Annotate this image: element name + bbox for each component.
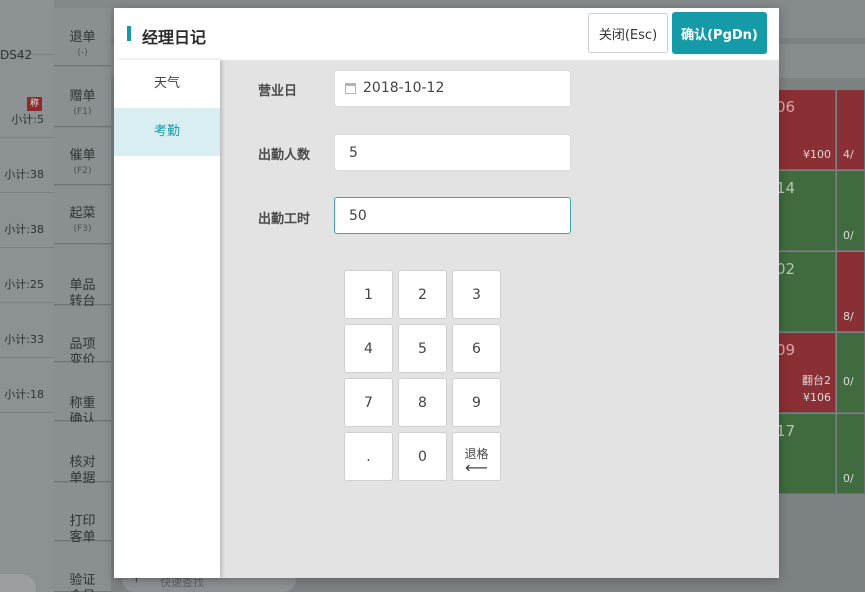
title-accent-bar bbox=[127, 26, 131, 41]
table-guests: 0/ bbox=[843, 229, 854, 242]
action-label: 赠单 bbox=[69, 89, 96, 104]
attendance-form: 营业日 2018-10-12 出勤人数 出勤工时 1 2 3 4 5 6 7 8… bbox=[220, 60, 779, 578]
confirm-button[interactable]: 确认(PgDn) bbox=[672, 12, 767, 54]
keypad-key-4[interactable]: 4 bbox=[344, 324, 393, 373]
order-subtotal: 小计:5 bbox=[11, 113, 44, 126]
action-print-bill-button[interactable]: 打印 客单 (F9) bbox=[54, 483, 111, 577]
keypad-key-3[interactable]: 3 bbox=[452, 270, 501, 319]
order-list-panel: DS42 小计:5 称 小计:38 小计:38 小计:25 小计:33 小计:1… bbox=[0, 0, 54, 592]
action-gift-button[interactable]: 赠单 (F1) bbox=[54, 67, 111, 127]
table-guests: 0/ bbox=[843, 472, 854, 485]
attendance-hours-input[interactable] bbox=[334, 197, 571, 234]
keypad-key-6[interactable]: 6 bbox=[452, 324, 501, 373]
business-day-value: 2018-10-12 bbox=[363, 80, 445, 96]
action-label: 退单 bbox=[69, 30, 96, 45]
order-subtotal: 小计:38 bbox=[4, 168, 44, 181]
manager-diary-dialog: 经理日记 关闭(Esc) 确认(PgDn) 天气 考勤 营业日 2018-10-… bbox=[114, 8, 779, 578]
keypad-key-8[interactable]: 8 bbox=[398, 378, 447, 427]
keypad-key-1[interactable]: 1 bbox=[344, 270, 393, 319]
table-tile[interactable]: 0/ bbox=[837, 171, 865, 251]
action-label: 起菜 bbox=[69, 206, 96, 221]
action-chargeback-button[interactable]: 退单 (-) bbox=[54, 8, 111, 66]
attendance-count-label: 出勤人数 bbox=[258, 148, 311, 163]
table-guests: 4/ bbox=[843, 148, 854, 161]
action-shortcut: (-) bbox=[77, 48, 88, 58]
table-tile[interactable]: 17 bbox=[776, 414, 836, 494]
dialog-nav: 天气 考勤 bbox=[114, 60, 220, 578]
keypad-backspace-button[interactable]: 退格 ⟵ bbox=[452, 432, 501, 481]
order-item[interactable]: 小计:25 bbox=[0, 248, 54, 303]
table-tile[interactable]: 0/ bbox=[837, 333, 865, 413]
dialog-header: 经理日记 关闭(Esc) 确认(PgDn) bbox=[114, 8, 779, 60]
table-tile[interactable]: 06 ¥100 bbox=[776, 90, 836, 170]
table-guests: 8/ bbox=[843, 310, 854, 323]
action-label: 催单 bbox=[69, 148, 96, 163]
table-tile[interactable]: 02 bbox=[776, 252, 836, 332]
attendance-count-input[interactable] bbox=[334, 134, 571, 171]
order-subtotal: 小计:18 bbox=[4, 388, 44, 401]
action-shortcut: (F3) bbox=[73, 224, 92, 234]
close-button[interactable]: 关闭(Esc) bbox=[588, 13, 668, 53]
action-change-price-button[interactable]: 品项 变价 bbox=[54, 306, 111, 368]
action-shortcut: (F2) bbox=[73, 166, 92, 176]
keypad-key-dot[interactable]: . bbox=[344, 432, 393, 481]
attendance-hours-label: 出勤工时 bbox=[258, 212, 311, 227]
table-tile[interactable]: 8/ bbox=[837, 252, 865, 332]
action-verify-member-button[interactable]: 验证 会员 bbox=[54, 542, 111, 592]
action-column: 退单 (-) 赠单 (F1) 催单 (F2) 起菜 (F3) 单品 转台 品项 … bbox=[54, 0, 111, 592]
keypad-key-5[interactable]: 5 bbox=[398, 324, 447, 373]
nav-item-weather[interactable]: 天气 bbox=[114, 60, 220, 108]
table-amount: ¥106 bbox=[803, 391, 831, 404]
keypad-key-9[interactable]: 9 bbox=[452, 378, 501, 427]
table-tile[interactable]: 4/ bbox=[837, 90, 865, 170]
action-confirm-weight-button[interactable]: 称重 确认 (F5) bbox=[54, 363, 111, 459]
nav-item-attendance[interactable]: 考勤 bbox=[114, 108, 220, 156]
table-turnover: 翻台2 bbox=[802, 374, 831, 387]
business-day-label: 营业日 bbox=[258, 84, 298, 99]
keypad-key-7[interactable]: 7 bbox=[344, 378, 393, 427]
table-amount: ¥100 bbox=[803, 148, 831, 161]
action-label: 验证 会员 bbox=[69, 573, 96, 592]
order-item[interactable]: DS42 bbox=[0, 0, 54, 62]
order-item[interactable]: 小计:33 bbox=[0, 303, 54, 358]
order-item[interactable]: 小计:18 bbox=[0, 358, 54, 413]
action-check-bill-button[interactable]: 核对 单据 (F6) bbox=[54, 422, 111, 518]
order-subtotal: 小计:38 bbox=[4, 223, 44, 236]
business-day-field[interactable]: 2018-10-12 bbox=[334, 70, 571, 107]
round-button[interactable] bbox=[0, 574, 36, 592]
keypad-key-2[interactable]: 2 bbox=[398, 270, 447, 319]
order-subtotal: 小计:25 bbox=[4, 278, 44, 291]
order-subtotal: 小计:33 bbox=[4, 333, 44, 346]
table-guests: 0/ bbox=[843, 375, 854, 388]
keypad-key-0[interactable]: 0 bbox=[398, 432, 447, 481]
backspace-arrow-icon: ⟵ bbox=[465, 458, 488, 477]
order-item[interactable]: 小计:38 bbox=[0, 138, 54, 193]
action-transfer-item-button[interactable]: 单品 转台 bbox=[54, 245, 111, 309]
table-tile[interactable]: 0/ bbox=[837, 414, 865, 494]
calendar-icon bbox=[345, 83, 356, 94]
table-tile[interactable]: 09 翻台2 ¥106 bbox=[776, 333, 836, 413]
dialog-title: 经理日记 bbox=[142, 28, 207, 47]
weigh-tag-badge: 称 bbox=[27, 97, 42, 111]
order-item[interactable]: 小计:38 bbox=[0, 193, 54, 248]
action-rush-button[interactable]: 催单 (F2) bbox=[54, 128, 111, 185]
action-serve-button[interactable]: 起菜 (F3) bbox=[54, 186, 111, 244]
action-shortcut: (F1) bbox=[73, 107, 92, 117]
table-tile[interactable]: 14 bbox=[776, 171, 836, 251]
